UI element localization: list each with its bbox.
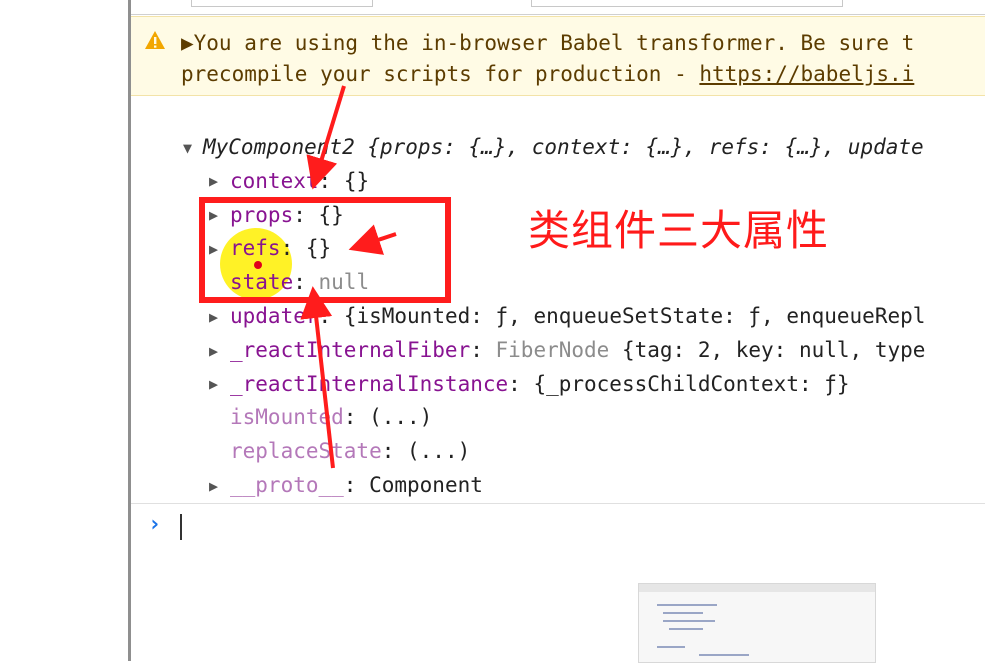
arrow-to-refs — [348, 224, 397, 255]
arrow-to-context — [306, 85, 346, 190]
arrow-to-state — [300, 286, 335, 469]
annotation-arrows — [300, 85, 397, 469]
